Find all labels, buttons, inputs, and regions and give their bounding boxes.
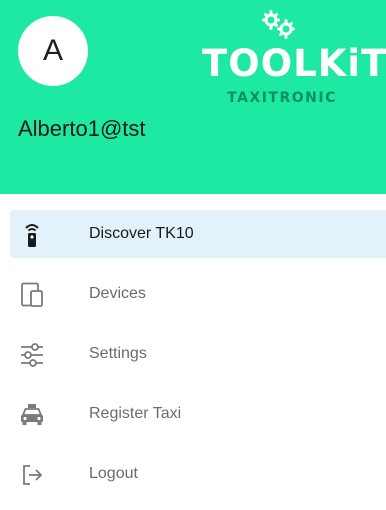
menu-item-discover-tk10[interactable]: Discover TK10 [10, 210, 386, 258]
logout-icon [18, 462, 46, 488]
menu-item-label: Discover TK10 [89, 225, 194, 242]
avatar[interactable]: A [18, 16, 88, 86]
remote-control-icon [18, 222, 46, 248]
menu-item-label: Logout [89, 465, 138, 482]
logo-subtitle: TAXITRONIC [227, 90, 337, 106]
menu-item-label: Settings [89, 345, 147, 362]
devices-icon [18, 282, 46, 308]
taxi-icon [18, 402, 46, 428]
gears-icon [262, 10, 295, 39]
user-email: Alberto1@tst [18, 116, 146, 141]
menu-item-label: Devices [89, 285, 146, 302]
drawer-header: A TOOLKiT TAXITRONIC Alberto1@tst [0, 0, 386, 194]
menu-item-settings[interactable]: Settings [0, 330, 386, 378]
logo-title: TOOLKiT [202, 42, 386, 85]
menu-item-register-taxi[interactable]: Register Taxi [0, 390, 386, 438]
menu-item-label: Register Taxi [89, 405, 182, 422]
avatar-letter: A [42, 34, 63, 67]
menu-item-devices[interactable]: Devices [0, 270, 386, 318]
navigation-menu: Discover TK10 Devices Settings Register … [0, 210, 386, 510]
menu-item-logout[interactable]: Logout [0, 450, 386, 498]
sliders-icon [18, 342, 46, 368]
toolkit-logo: TOOLKiT TAXITRONIC [200, 10, 386, 110]
